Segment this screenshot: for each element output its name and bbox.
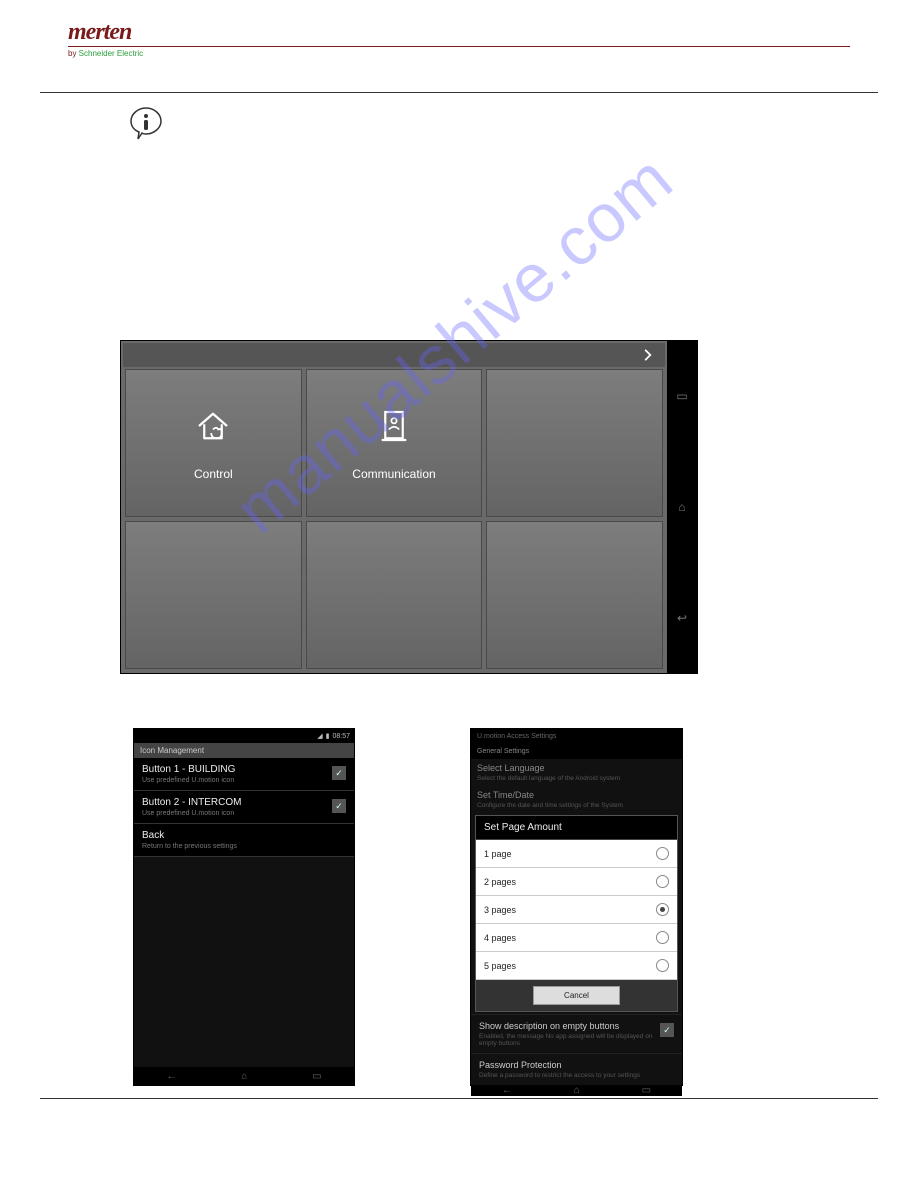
screen-title: Icon Management [134,743,354,758]
checkbox-icon[interactable]: ✓ [332,799,346,813]
logo-by: by [68,49,79,58]
status-bar: ◢ ▮ 08:57 [134,729,354,743]
tile-control[interactable]: Control [125,369,302,517]
logo-se: Schneider Electric [79,49,143,58]
screenshot-page-amount: U.motion Access Settings General Setting… [470,728,683,1086]
radio-option[interactable]: 3 pages [476,896,677,924]
radio-option[interactable]: 5 pages [476,952,677,980]
list-item[interactable]: Back Return to the previous settings [134,824,354,857]
row-title: Select Language [477,763,676,773]
tile-empty[interactable] [486,521,663,669]
list-item[interactable]: Button 1 - BUILDING Use predefined U.mot… [134,758,354,791]
home-icon[interactable]: ⌂ [678,500,685,514]
screenshot-launcher: Control Communication ▭ [120,340,698,674]
tile-empty[interactable] [125,521,302,669]
radio-option[interactable]: 4 pages [476,924,677,952]
option-label: 2 pages [484,877,516,887]
tile-communication[interactable]: Communication [306,369,483,517]
home-icon[interactable]: ⌂ [241,1071,247,1082]
list-item[interactable]: Button 2 - INTERCOM Use predefined U.mot… [134,791,354,824]
row-subtitle: Select the default language of the Andro… [477,775,676,782]
checkbox-icon[interactable]: ✓ [660,1023,674,1037]
logo-block: merten by Schneider Electric [68,20,850,58]
row-title: Password Protection [479,1060,674,1070]
row-title: Show description on empty buttons [479,1021,660,1031]
dialog-actions: Cancel [476,980,677,1011]
android-navbar: ← ⌂ ▭ [471,1085,682,1096]
android-navbar: ← ⌂ ▭ [134,1067,354,1085]
option-label: 3 pages [484,905,516,915]
row-subtitle: Use predefined U.motion icon [142,777,235,784]
radio-option[interactable]: 2 pages [476,868,677,896]
option-label: 5 pages [484,961,516,971]
list-item[interactable]: Password Protection Define a password to… [471,1053,682,1085]
dialog-title: Set Page Amount [476,816,677,840]
tile-label: Control [194,467,233,481]
divider-top [40,92,878,93]
intercom-icon [373,405,415,447]
dialog-set-page-amount: Set Page Amount 1 page 2 pages 3 pages 4… [475,815,678,1012]
row-subtitle: Define a password to restrict the access… [479,1072,674,1079]
android-navbar: ▭ ⌂ ↩ [667,341,697,673]
list-item[interactable]: Show description on empty buttons Enable… [471,1014,682,1053]
list-item: Set Time/Date Configure the date and tim… [471,786,682,813]
screenshot-icon-management: ◢ ▮ 08:57 Icon Management Button 1 - BUI… [133,728,355,1086]
status-time: 08:57 [332,733,350,740]
row-title: Set Time/Date [477,790,676,800]
back-icon[interactable]: ← [502,1085,512,1096]
radio-icon [656,931,669,944]
list-item: Select Language Select the default langu… [471,759,682,786]
checkbox-icon[interactable]: ✓ [332,766,346,780]
breadcrumb: U.motion Access Settings [471,729,682,744]
battery-icon: ▮ [326,732,330,740]
option-label: 1 page [484,849,512,859]
row-subtitle: Return to the previous settings [142,843,237,850]
row-subtitle: Use predefined U.motion icon [142,810,241,817]
row-subtitle: Configure the date and time settings of … [477,802,676,809]
back-icon[interactable]: ↩ [677,611,687,625]
tile-empty[interactable] [306,521,483,669]
radio-icon [656,959,669,972]
tile-empty[interactable] [486,369,663,517]
recent-apps-icon[interactable]: ▭ [312,1071,321,1082]
row-subtitle: Enabled, the message No app assigned wil… [479,1033,660,1047]
radio-icon [656,847,669,860]
option-label: 4 pages [484,933,516,943]
section-header: General Settings [471,744,682,759]
tile-label: Communication [352,467,435,481]
logo-subline: by Schneider Electric [68,46,850,58]
divider-bottom [40,1098,878,1099]
signal-icon: ◢ [317,732,322,740]
info-icon [128,106,164,142]
row-title: Button 2 - INTERCOM [142,797,241,808]
house-hand-icon [192,405,234,447]
logo-brand: merten [68,20,850,44]
back-icon[interactable]: ← [166,1071,176,1082]
home-icon[interactable]: ⌂ [574,1085,580,1096]
cancel-button[interactable]: Cancel [533,986,620,1005]
row-title: Button 1 - BUILDING [142,764,235,775]
launcher-topbar [123,343,665,367]
radio-icon [656,903,669,916]
recent-apps-icon[interactable]: ▭ [642,1085,651,1096]
row-title: Back [142,830,237,841]
radio-option[interactable]: 1 page [476,840,677,868]
recent-apps-icon[interactable]: ▭ [676,389,687,403]
chevron-right-icon[interactable] [641,348,655,362]
radio-icon [656,875,669,888]
